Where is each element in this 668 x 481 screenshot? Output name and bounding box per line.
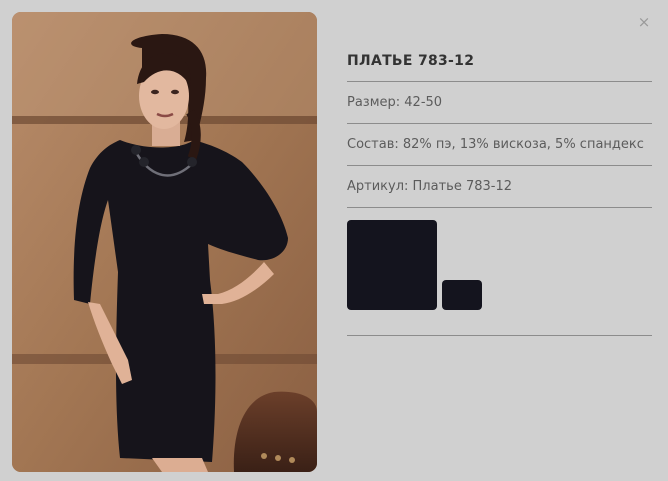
composition-row: Состав: 82% пэ, 13% вискоза, 5% спандекс [347,123,652,165]
color-swatch-large[interactable] [347,220,437,310]
divider [347,335,652,336]
article-row: Артикул: Платье 783-12 [347,165,652,207]
color-swatches [347,207,652,335]
product-info: ПЛАТЬЕ 783-12 Размер: 42-50 Состав: 82% … [347,45,652,336]
size-row: Размер: 42-50 [347,81,652,123]
close-icon[interactable]: × [636,14,652,30]
color-swatch-small[interactable] [442,280,482,310]
product-photo [12,12,317,472]
product-title: ПЛАТЬЕ 783-12 [347,53,475,69]
